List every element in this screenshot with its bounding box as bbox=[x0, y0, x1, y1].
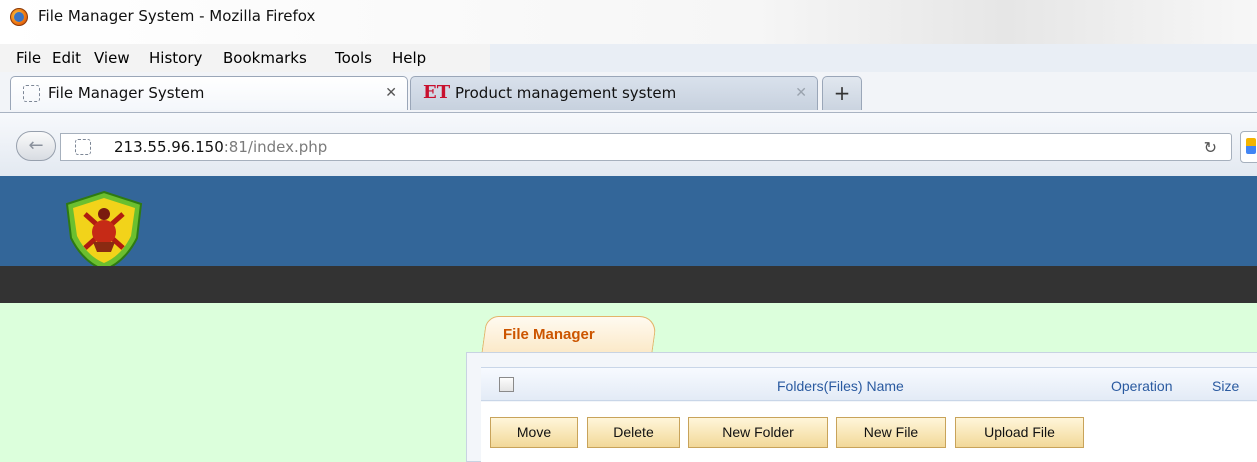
reload-icon[interactable]: ↻ bbox=[1204, 138, 1217, 157]
url-text: 213.55.96.150:81/index.php bbox=[114, 138, 327, 156]
address-bar[interactable]: 213.55.96.150:81/index.php ↻ bbox=[60, 133, 1232, 161]
delete-button[interactable]: Delete bbox=[587, 417, 680, 448]
tab-file-manager[interactable]: File Manager System ✕ bbox=[10, 76, 408, 110]
site-identity-icon[interactable] bbox=[75, 139, 91, 155]
menu-help[interactable]: Help bbox=[392, 49, 426, 67]
new-file-button[interactable]: New File bbox=[836, 417, 946, 448]
menu-view[interactable]: View bbox=[94, 49, 130, 67]
site-header bbox=[0, 176, 1257, 272]
tab-label: File Manager System bbox=[48, 84, 205, 102]
addon-icon[interactable] bbox=[1240, 131, 1257, 163]
url-host: 213.55.96.150 bbox=[114, 138, 224, 156]
firefox-icon[interactable] bbox=[10, 8, 28, 26]
site-logo bbox=[65, 190, 143, 272]
window-titlebar: File Manager System - Mozilla Firefox bbox=[0, 0, 1257, 44]
menu-history[interactable]: History bbox=[149, 49, 202, 67]
new-tab-button[interactable]: + bbox=[822, 76, 862, 110]
tab-strip: File Manager System ✕ ET Product managem… bbox=[0, 72, 1257, 112]
column-size: Size bbox=[1212, 378, 1240, 394]
page-icon bbox=[23, 85, 40, 102]
menu-tools[interactable]: Tools bbox=[335, 49, 372, 67]
navigation-toolbar: ← 213.55.96.150:81/index.php ↻ bbox=[0, 112, 1257, 176]
back-button[interactable]: ← bbox=[16, 131, 56, 161]
column-operation: Operation bbox=[1111, 378, 1173, 394]
menu-edit[interactable]: Edit bbox=[52, 49, 81, 67]
new-folder-button[interactable]: New Folder bbox=[688, 417, 828, 448]
menu-bookmarks[interactable]: Bookmarks bbox=[223, 49, 307, 67]
file-manager-tab-label[interactable]: File Manager bbox=[503, 326, 595, 343]
close-icon[interactable]: ✕ bbox=[385, 85, 397, 101]
site-nav-strip bbox=[0, 266, 1257, 303]
window-title: File Manager System - Mozilla Firefox bbox=[38, 7, 316, 25]
url-path: :81/index.php bbox=[223, 138, 328, 156]
close-icon[interactable]: ✕ bbox=[795, 85, 807, 101]
upload-file-button[interactable]: Upload File bbox=[955, 417, 1084, 448]
select-all-checkbox[interactable] bbox=[499, 377, 514, 392]
menu-file[interactable]: File bbox=[16, 49, 41, 67]
column-name: Folders(Files) Name bbox=[777, 378, 904, 394]
tab-product-management[interactable]: ET Product management system ✕ bbox=[410, 76, 818, 110]
tab-label: Product management system bbox=[455, 84, 677, 102]
move-button[interactable]: Move bbox=[490, 417, 578, 448]
et-favicon-icon: ET bbox=[423, 82, 451, 103]
menu-bar: File Edit View History Bookmarks Tools H… bbox=[0, 44, 490, 72]
